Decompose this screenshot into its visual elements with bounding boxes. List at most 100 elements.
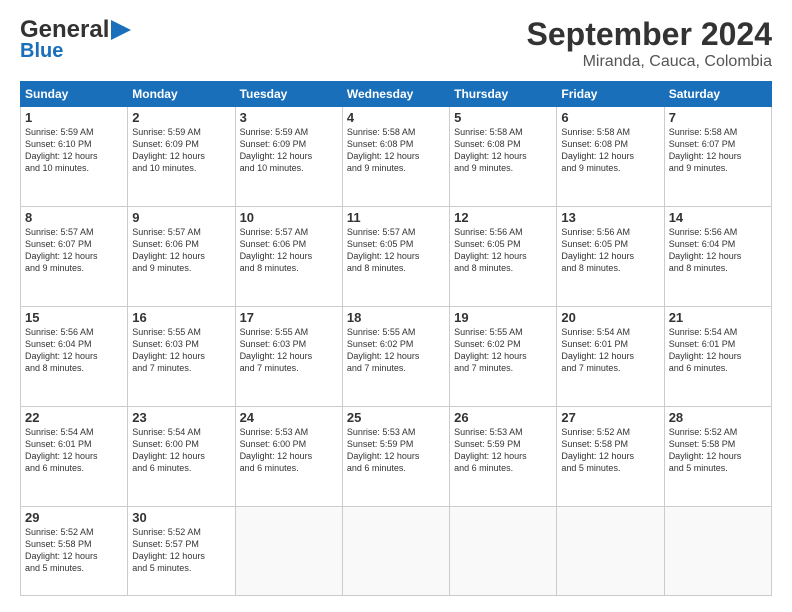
day-info: Sunrise: 5:54 AM Sunset: 6:01 PM Dayligh…: [669, 326, 767, 375]
day-info: Sunrise: 5:53 AM Sunset: 5:59 PM Dayligh…: [347, 426, 445, 475]
day-info: Sunrise: 5:54 AM Sunset: 6:01 PM Dayligh…: [561, 326, 659, 375]
calendar-cell: 26Sunrise: 5:53 AM Sunset: 5:59 PM Dayli…: [450, 406, 557, 506]
day-number: 25: [347, 410, 445, 425]
day-number: 1: [25, 110, 123, 125]
day-info: Sunrise: 5:53 AM Sunset: 6:00 PM Dayligh…: [240, 426, 338, 475]
calendar-cell: 21Sunrise: 5:54 AM Sunset: 6:01 PM Dayli…: [664, 306, 771, 406]
header-monday: Monday: [128, 82, 235, 107]
day-number: 27: [561, 410, 659, 425]
day-info: Sunrise: 5:55 AM Sunset: 6:03 PM Dayligh…: [240, 326, 338, 375]
calendar-cell: [450, 506, 557, 595]
day-number: 12: [454, 210, 552, 225]
header-friday: Friday: [557, 82, 664, 107]
day-info: Sunrise: 5:58 AM Sunset: 6:08 PM Dayligh…: [347, 126, 445, 175]
day-info: Sunrise: 5:57 AM Sunset: 6:05 PM Dayligh…: [347, 226, 445, 275]
day-info: Sunrise: 5:52 AM Sunset: 5:57 PM Dayligh…: [132, 526, 230, 575]
day-info: Sunrise: 5:57 AM Sunset: 6:06 PM Dayligh…: [132, 226, 230, 275]
day-number: 16: [132, 310, 230, 325]
calendar-cell: 12Sunrise: 5:56 AM Sunset: 6:05 PM Dayli…: [450, 206, 557, 306]
header-tuesday: Tuesday: [235, 82, 342, 107]
day-number: 17: [240, 310, 338, 325]
day-number: 29: [25, 510, 123, 525]
day-info: Sunrise: 5:59 AM Sunset: 6:10 PM Dayligh…: [25, 126, 123, 175]
day-info: Sunrise: 5:55 AM Sunset: 6:03 PM Dayligh…: [132, 326, 230, 375]
calendar-cell: 24Sunrise: 5:53 AM Sunset: 6:00 PM Dayli…: [235, 406, 342, 506]
calendar-cell: 23Sunrise: 5:54 AM Sunset: 6:00 PM Dayli…: [128, 406, 235, 506]
calendar-cell: 2Sunrise: 5:59 AM Sunset: 6:09 PM Daylig…: [128, 107, 235, 207]
day-number: 3: [240, 110, 338, 125]
day-number: 24: [240, 410, 338, 425]
calendar-cell: [664, 506, 771, 595]
day-number: 15: [25, 310, 123, 325]
day-info: Sunrise: 5:58 AM Sunset: 6:07 PM Dayligh…: [669, 126, 767, 175]
calendar-cell: 3Sunrise: 5:59 AM Sunset: 6:09 PM Daylig…: [235, 107, 342, 207]
day-number: 14: [669, 210, 767, 225]
header-thursday: Thursday: [450, 82, 557, 107]
day-info: Sunrise: 5:52 AM Sunset: 5:58 PM Dayligh…: [25, 526, 123, 575]
day-number: 8: [25, 210, 123, 225]
calendar-cell: 15Sunrise: 5:56 AM Sunset: 6:04 PM Dayli…: [21, 306, 128, 406]
calendar-cell: 27Sunrise: 5:52 AM Sunset: 5:58 PM Dayli…: [557, 406, 664, 506]
calendar-cell: 8Sunrise: 5:57 AM Sunset: 6:07 PM Daylig…: [21, 206, 128, 306]
header: General Blue September 2024 Miranda, Cau…: [20, 16, 772, 71]
calendar-cell: 28Sunrise: 5:52 AM Sunset: 5:58 PM Dayli…: [664, 406, 771, 506]
calendar-cell: 9Sunrise: 5:57 AM Sunset: 6:06 PM Daylig…: [128, 206, 235, 306]
day-number: 19: [454, 310, 552, 325]
day-info: Sunrise: 5:58 AM Sunset: 6:08 PM Dayligh…: [561, 126, 659, 175]
calendar-cell: [235, 506, 342, 595]
day-number: 5: [454, 110, 552, 125]
calendar-week-row: 1Sunrise: 5:59 AM Sunset: 6:10 PM Daylig…: [21, 107, 772, 207]
day-info: Sunrise: 5:53 AM Sunset: 5:59 PM Dayligh…: [454, 426, 552, 475]
calendar-cell: 20Sunrise: 5:54 AM Sunset: 6:01 PM Dayli…: [557, 306, 664, 406]
day-info: Sunrise: 5:56 AM Sunset: 6:05 PM Dayligh…: [454, 226, 552, 275]
calendar-cell: 6Sunrise: 5:58 AM Sunset: 6:08 PM Daylig…: [557, 107, 664, 207]
calendar-cell: [557, 506, 664, 595]
calendar-week-row: 15Sunrise: 5:56 AM Sunset: 6:04 PM Dayli…: [21, 306, 772, 406]
day-info: Sunrise: 5:56 AM Sunset: 6:05 PM Dayligh…: [561, 226, 659, 275]
calendar-cell: 13Sunrise: 5:56 AM Sunset: 6:05 PM Dayli…: [557, 206, 664, 306]
day-number: 22: [25, 410, 123, 425]
day-info: Sunrise: 5:52 AM Sunset: 5:58 PM Dayligh…: [669, 426, 767, 475]
header-saturday: Saturday: [664, 82, 771, 107]
day-info: Sunrise: 5:57 AM Sunset: 6:07 PM Dayligh…: [25, 226, 123, 275]
calendar-cell: 7Sunrise: 5:58 AM Sunset: 6:07 PM Daylig…: [664, 107, 771, 207]
day-info: Sunrise: 5:56 AM Sunset: 6:04 PM Dayligh…: [25, 326, 123, 375]
day-number: 7: [669, 110, 767, 125]
calendar-cell: 25Sunrise: 5:53 AM Sunset: 5:59 PM Dayli…: [342, 406, 449, 506]
day-number: 11: [347, 210, 445, 225]
day-info: Sunrise: 5:55 AM Sunset: 6:02 PM Dayligh…: [454, 326, 552, 375]
day-number: 9: [132, 210, 230, 225]
header-wednesday: Wednesday: [342, 82, 449, 107]
header-sunday: Sunday: [21, 82, 128, 107]
calendar-cell: [342, 506, 449, 595]
day-number: 2: [132, 110, 230, 125]
day-info: Sunrise: 5:56 AM Sunset: 6:04 PM Dayligh…: [669, 226, 767, 275]
calendar-week-row: 29Sunrise: 5:52 AM Sunset: 5:58 PM Dayli…: [21, 506, 772, 595]
day-number: 18: [347, 310, 445, 325]
calendar-cell: 11Sunrise: 5:57 AM Sunset: 6:05 PM Dayli…: [342, 206, 449, 306]
day-info: Sunrise: 5:59 AM Sunset: 6:09 PM Dayligh…: [240, 126, 338, 175]
calendar-cell: 14Sunrise: 5:56 AM Sunset: 6:04 PM Dayli…: [664, 206, 771, 306]
calendar-cell: 5Sunrise: 5:58 AM Sunset: 6:08 PM Daylig…: [450, 107, 557, 207]
logo: General Blue: [20, 16, 131, 63]
day-number: 30: [132, 510, 230, 525]
calendar-title: September 2024: [527, 16, 772, 53]
calendar-week-row: 8Sunrise: 5:57 AM Sunset: 6:07 PM Daylig…: [21, 206, 772, 306]
calendar-cell: 4Sunrise: 5:58 AM Sunset: 6:08 PM Daylig…: [342, 107, 449, 207]
calendar-cell: 18Sunrise: 5:55 AM Sunset: 6:02 PM Dayli…: [342, 306, 449, 406]
day-info: Sunrise: 5:55 AM Sunset: 6:02 PM Dayligh…: [347, 326, 445, 375]
day-info: Sunrise: 5:58 AM Sunset: 6:08 PM Dayligh…: [454, 126, 552, 175]
day-info: Sunrise: 5:59 AM Sunset: 6:09 PM Dayligh…: [132, 126, 230, 175]
day-number: 26: [454, 410, 552, 425]
calendar-week-row: 22Sunrise: 5:54 AM Sunset: 6:01 PM Dayli…: [21, 406, 772, 506]
calendar-cell: 1Sunrise: 5:59 AM Sunset: 6:10 PM Daylig…: [21, 107, 128, 207]
calendar-header-row: Sunday Monday Tuesday Wednesday Thursday…: [21, 82, 772, 107]
calendar-table: Sunday Monday Tuesday Wednesday Thursday…: [20, 81, 772, 596]
day-info: Sunrise: 5:54 AM Sunset: 6:00 PM Dayligh…: [132, 426, 230, 475]
calendar-cell: 10Sunrise: 5:57 AM Sunset: 6:06 PM Dayli…: [235, 206, 342, 306]
day-number: 28: [669, 410, 767, 425]
day-info: Sunrise: 5:54 AM Sunset: 6:01 PM Dayligh…: [25, 426, 123, 475]
calendar-subtitle: Miranda, Cauca, Colombia: [527, 53, 772, 71]
day-info: Sunrise: 5:57 AM Sunset: 6:06 PM Dayligh…: [240, 226, 338, 275]
day-number: 13: [561, 210, 659, 225]
